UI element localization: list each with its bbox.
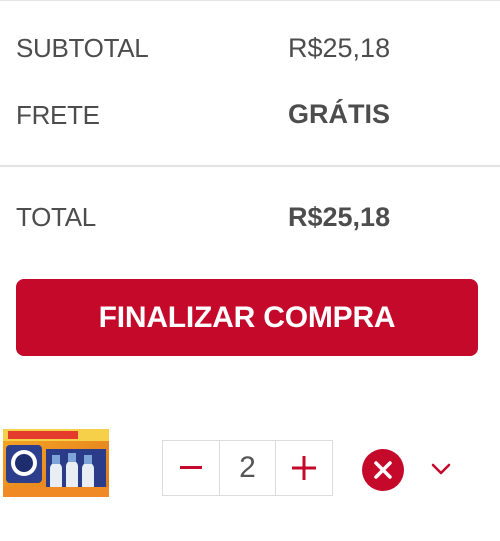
- quantity-value: 2: [239, 451, 256, 484]
- remove-item-button[interactable]: [362, 449, 404, 491]
- summary-divider: [0, 165, 500, 167]
- decrement-button[interactable]: [163, 441, 219, 495]
- top-divider: [0, 0, 500, 1]
- plus-icon: [292, 456, 317, 480]
- checkout-button[interactable]: FINALIZAR COMPRA: [16, 279, 478, 356]
- quantity-input[interactable]: 2: [218, 441, 276, 495]
- shipping-label: FRETE: [16, 100, 100, 130]
- product-box-icon[interactable]: [2, 425, 112, 500]
- shipping-value: GRÁTIS: [288, 99, 391, 129]
- total-value: R$25,18: [288, 202, 391, 232]
- increment-button[interactable]: [275, 441, 332, 495]
- close-circle-icon: [374, 461, 392, 479]
- subtotal-label: SUBTOTAL: [16, 33, 149, 63]
- chevron-down-icon: [431, 463, 451, 475]
- expand-item-button[interactable]: [425, 455, 457, 483]
- subtotal-value: R$25,18: [288, 33, 391, 63]
- quantity-stepper[interactable]: 2: [162, 440, 333, 496]
- minus-icon: [179, 466, 202, 469]
- total-label: TOTAL: [16, 202, 96, 232]
